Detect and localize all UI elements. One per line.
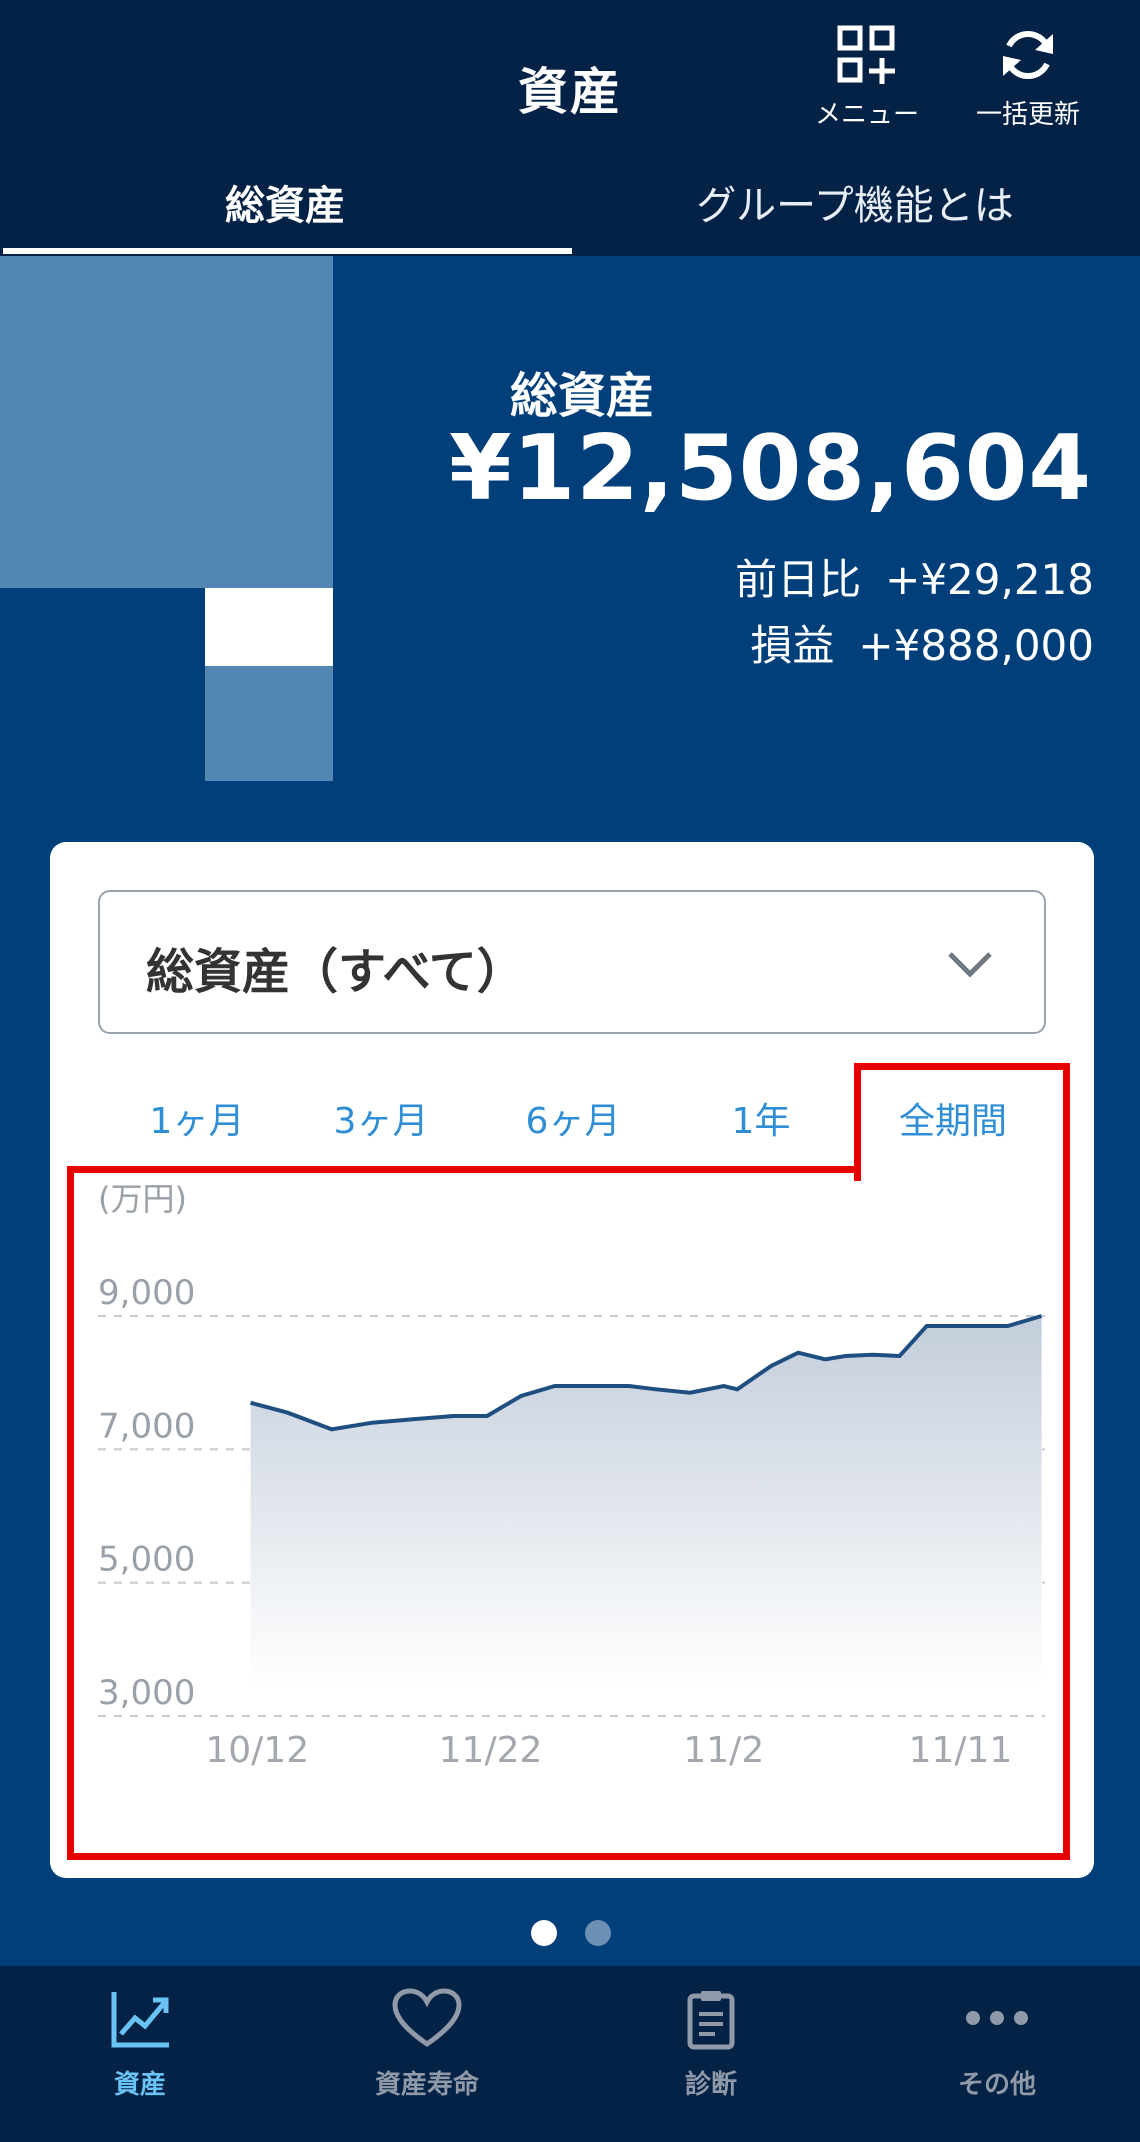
clipboard-icon [687, 1991, 735, 2050]
period-1-month[interactable]: 1ヶ月 [122, 1092, 272, 1144]
highlight-outline [67, 1166, 1070, 1860]
profit-loss-label: 損益 [750, 621, 835, 670]
active-tab-indicator [3, 248, 572, 254]
decor-block [205, 588, 333, 666]
day-change-value: +¥29,218 [885, 555, 1094, 604]
page-dot[interactable] [585, 1920, 611, 1946]
refresh-all-label: 一括更新 [975, 100, 1080, 130]
decor-block [0, 256, 333, 588]
day-change-row: 前日比 +¥29,218 [735, 546, 1094, 607]
nav-asset-lifespan[interactable]: 資産寿命 [327, 1988, 527, 2101]
day-change-label: 前日比 [735, 555, 862, 604]
period-6-months[interactable]: 6ヶ月 [498, 1092, 648, 1144]
profit-loss-row: 損益 +¥888,000 [750, 612, 1094, 673]
page-dot-active[interactable] [531, 1920, 557, 1946]
nav-diagnosis-label: 診断 [684, 2070, 737, 2100]
tab-group-feature[interactable]: グループ機能とは [570, 160, 1140, 256]
asset-summary: 総資産 ¥12,508,604 前日比 +¥29,218 損益 +¥888,000 [0, 256, 1140, 836]
period-1-year[interactable]: 1年 [686, 1092, 836, 1144]
menu-label: メニュー [814, 100, 919, 130]
menu-button[interactable]: メニュー [802, 24, 932, 131]
more-dots-icon [966, 2011, 1028, 2025]
bottom-navigation: 資産 資産寿命 診断 その他 [0, 1966, 1140, 2142]
nav-diagnosis[interactable]: 診断 [611, 1988, 811, 2101]
heart-icon [392, 1988, 462, 2048]
profit-loss-value: +¥888,000 [858, 621, 1094, 670]
nav-other[interactable]: その他 [897, 1988, 1097, 2101]
page-indicator [0, 1920, 1140, 1950]
nav-assets-label: 資産 [113, 2070, 166, 2100]
highlight-outline [854, 1063, 1070, 1181]
app-header: 資産 メニュー 一括更新 [0, 0, 1140, 160]
refresh-all-button[interactable]: 一括更新 [963, 24, 1093, 131]
asset-category-value: 総資産（すべて） [146, 944, 525, 1000]
tab-bar: 総資産 グループ機能とは [0, 160, 1140, 256]
refresh-icon [1003, 31, 1053, 79]
nav-other-label: その他 [957, 2070, 1036, 2100]
nav-assets[interactable]: 資産 [40, 1988, 240, 2101]
decor-block [205, 666, 333, 781]
total-assets-amount: ¥12,508,604 [449, 416, 1092, 521]
chevron-down-icon [948, 952, 992, 978]
grid-plus-icon [837, 25, 895, 84]
asset-category-select[interactable]: 総資産（すべて） [98, 890, 1046, 1034]
chart-line-icon [111, 1992, 169, 2048]
period-3-months[interactable]: 3ヶ月 [306, 1092, 456, 1144]
nav-asset-lifespan-label: 資産寿命 [374, 2070, 479, 2100]
tab-total-assets[interactable]: 総資産 [0, 160, 570, 256]
